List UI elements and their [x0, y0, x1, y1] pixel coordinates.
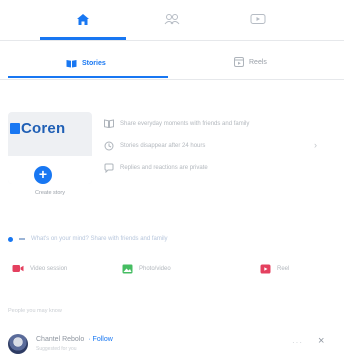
tab-home[interactable] [53, 6, 113, 32]
reels-icon [234, 57, 244, 67]
home-icon [77, 13, 89, 25]
tab-friends[interactable] [142, 6, 202, 32]
action-label: Reel [277, 266, 290, 272]
brand-name: Coren [21, 120, 66, 137]
more-options-icon[interactable]: ··· [292, 338, 303, 347]
logo-mark [10, 123, 20, 134]
active-subtab-indicator [8, 76, 168, 78]
person-name-line: Chantel Rebolo · Follow [36, 336, 113, 343]
tab-reels-label: Reels [249, 58, 267, 66]
section-heading: People you may know [8, 308, 62, 314]
clock-icon [103, 140, 114, 151]
tab-stories[interactable]: Stories [66, 59, 106, 68]
whats-on-your-mind-input[interactable]: What's on your mind? Share with friends … [8, 236, 168, 242]
tip-text: Stories disappear after 24 hours [120, 142, 206, 149]
story-reel-tabs: Stories Reels [0, 41, 344, 79]
close-icon[interactable]: × [318, 335, 324, 347]
suggested-person-row[interactable]: Chantel Rebolo · Follow Suggested for you… [8, 334, 338, 356]
tip-item: Stories disappear after 24 hours [103, 140, 205, 151]
chevron-right-icon[interactable]: › [314, 140, 317, 150]
book-icon [66, 60, 77, 68]
tab-stories-label: Stories [82, 60, 106, 67]
create-story-label: Create story [35, 190, 65, 196]
divider [0, 79, 344, 80]
watch-icon [250, 14, 266, 24]
add-story-button[interactable]: + [32, 164, 54, 186]
reel-button[interactable]: Reel [260, 264, 289, 274]
tip-text: Share everyday moments with friends and … [120, 120, 250, 127]
tip-text: Replies and reactions are private [120, 164, 208, 171]
prompt-text: What's on your mind? Share with friends … [31, 236, 168, 242]
friends-icon [164, 14, 180, 25]
reel-icon [260, 264, 271, 274]
avatar[interactable] [8, 334, 28, 354]
chat-icon [103, 162, 114, 173]
dash-icon [19, 238, 25, 240]
video-session-button[interactable]: Video session [12, 264, 67, 273]
photo-icon [122, 264, 133, 274]
person-name[interactable]: Chantel Rebolo [36, 336, 84, 343]
book-icon [103, 118, 114, 129]
brand-logo: Coren [10, 120, 65, 137]
status-dot-icon [8, 236, 13, 242]
top-navigation [0, 0, 344, 40]
action-label: Video session [30, 265, 68, 272]
action-label: Photo/video [139, 266, 171, 272]
video-icon [12, 265, 24, 272]
person-subtitle: Suggested for you [36, 346, 77, 352]
follow-link[interactable]: · Follow [88, 336, 113, 343]
tab-watch[interactable] [228, 6, 288, 32]
tip-item: Share everyday moments with friends and … [103, 118, 249, 129]
tip-item: Replies and reactions are private [103, 162, 208, 173]
photo-video-button[interactable]: Photo/video [122, 264, 171, 274]
tab-reels[interactable]: Reels [234, 57, 267, 67]
